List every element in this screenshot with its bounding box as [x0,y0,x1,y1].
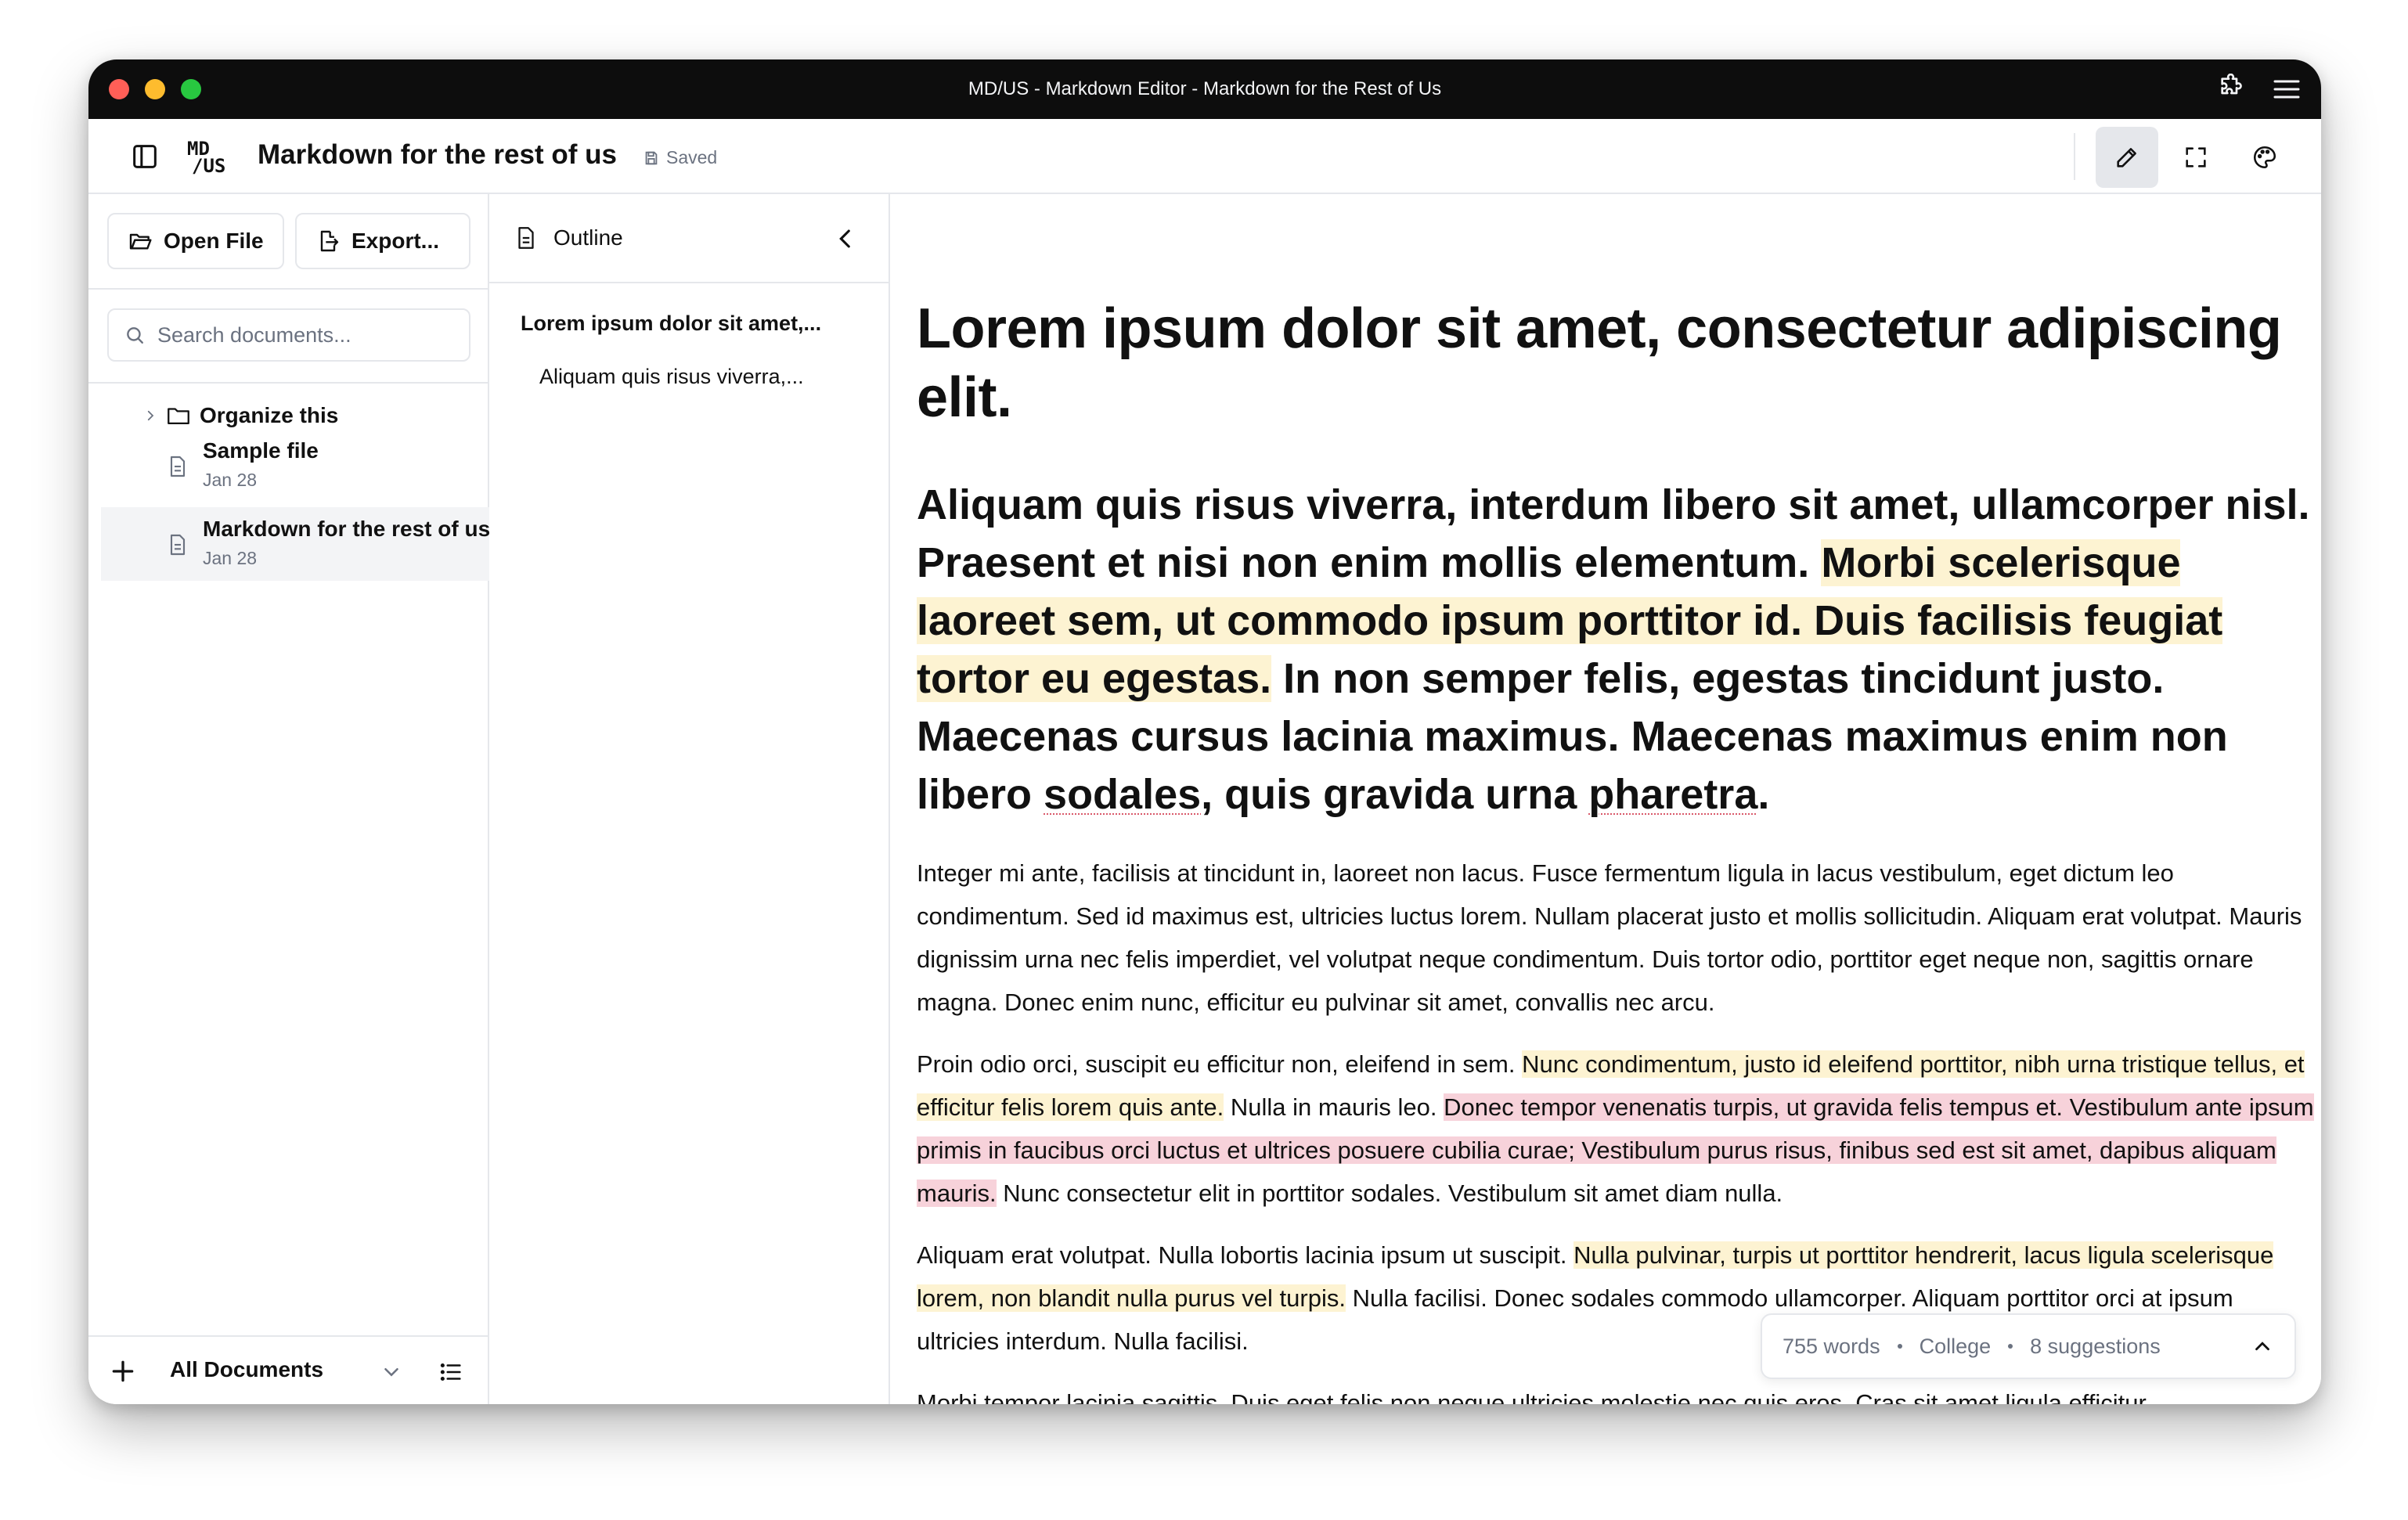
file-name: Markdown for the rest of us [203,517,491,541]
paragraph-1[interactable]: Integer mi ante, facilisis at tincidunt … [917,852,2318,1024]
palette-icon [2253,146,2276,169]
edit-mode-button[interactable] [2096,127,2158,188]
new-document-icon[interactable] [107,1356,139,1387]
outline-panel: Outline Lorem ipsum dolor sit amet,... A… [489,194,890,1404]
fullscreen-button[interactable] [2165,127,2227,188]
word-count: 755 words [1783,1334,1880,1358]
spelling-flag[interactable]: sodales [1044,771,1201,818]
search-input[interactable]: Search documents... [107,308,470,362]
document-icon [170,534,186,556]
export-button[interactable]: Export... [295,213,470,269]
paragraph-2[interactable]: Proin odio orci, suscipit eu efficitur n… [917,1043,2318,1215]
search-icon [127,327,143,344]
editor-area[interactable]: Lorem ipsum dolor sit amet, consectetur … [890,194,2321,1404]
export-label: Export... [351,229,440,253]
extensions-icon[interactable] [2213,74,2244,105]
reading-level: College [1919,1334,1992,1358]
sidebar-divider [88,382,488,384]
outline-item-h1[interactable]: Lorem ipsum dolor sit amet,... [521,312,821,336]
folder-organize-this[interactable]: Organize this [143,402,338,429]
paragraph-text: Nulla in mauris leo. [1224,1093,1444,1121]
h2-text: , quis gravida urna [1201,771,1589,818]
document-icon [518,227,534,249]
save-icon [645,151,658,164]
chevron-down-icon[interactable] [380,1360,403,1384]
chevron-up-icon[interactable] [2251,1335,2274,1358]
window-title: MD/US - Markdown Editor - Markdown for t… [968,78,1442,99]
outline-item-h2[interactable]: Aliquam quis risus viverra,... [539,365,804,389]
document-icon [170,456,186,477]
document-title: Markdown for the rest of us [258,139,617,170]
file-date: Jan 28 [203,470,258,490]
theme-button[interactable] [2233,127,2296,188]
separator-dot [2008,1344,2013,1349]
app-window: MD/US - Markdown Editor - Markdown for t… [88,59,2321,1404]
outline-title: Outline [553,225,623,250]
spelling-flag[interactable]: pharetra [1588,771,1757,818]
heading-1[interactable]: Lorem ipsum dolor sit amet, consectetur … [917,294,2318,432]
document-content[interactable]: Lorem ipsum dolor sit amet, consectetur … [917,294,2318,1404]
suggestions-count[interactable]: 8 suggestions [2030,1335,2161,1359]
open-file-button[interactable]: Open File [107,213,284,269]
folder-icon [168,408,189,425]
folder-open-icon [129,233,152,250]
title-bar: MD/US - Markdown Editor - Markdown for t… [88,59,2321,119]
chevron-right-icon[interactable] [143,409,157,423]
file-name: Sample file [203,438,319,463]
paragraph-text: Aliquam erat volutpat. Nulla lobortis la… [917,1241,1574,1269]
paragraph-text: Nunc consectetur elit in porttitor sodal… [996,1180,1783,1207]
separator-dot [1897,1344,1902,1349]
open-file-label: Open File [164,229,264,253]
pencil-icon [2117,148,2136,167]
file-item-markdown[interactable]: Markdown for the rest of us Jan 28 [101,507,491,581]
app-logo: MD /US [187,135,234,178]
sidebar-toggle-icon[interactable] [129,141,160,172]
paragraph-text: Proin odio orci, suscipit eu efficitur n… [917,1050,1523,1078]
list-view-icon[interactable] [438,1359,464,1385]
paragraph-4[interactable]: Morbi tempor lacinia sagittis. Duis eget… [917,1381,2318,1404]
expand-icon [2186,147,2206,167]
document-filter-select[interactable]: All Documents [170,1357,323,1382]
sidebar-divider [88,288,488,290]
app-header: MD /US Markdown for the rest of us Saved [88,119,2321,194]
search-placeholder: Search documents... [157,322,351,347]
logo-bottom-text: /US [192,155,226,177]
chevron-left-icon[interactable] [832,225,859,252]
sidebar: Open File Export... Search documents... … [88,194,491,1404]
heading-2[interactable]: Aliquam quis risus viverra, interdum lib… [917,476,2318,823]
writing-stats-bar[interactable]: 755 words College 8 suggestions [1761,1313,2296,1379]
folder-label: Organize this [200,403,339,427]
save-status: Saved [643,147,717,168]
hamburger-menu-icon[interactable] [2271,74,2302,105]
header-divider [2074,133,2075,180]
outline-header: Outline [489,194,889,283]
export-icon [320,230,339,252]
file-item-sample[interactable]: Sample file Jan 28 [101,429,489,502]
sidebar-footer: All Documents [88,1335,488,1404]
h2-text: . [1757,771,1770,818]
save-status-text: Saved [666,147,718,167]
file-date: Jan 28 [203,548,258,568]
